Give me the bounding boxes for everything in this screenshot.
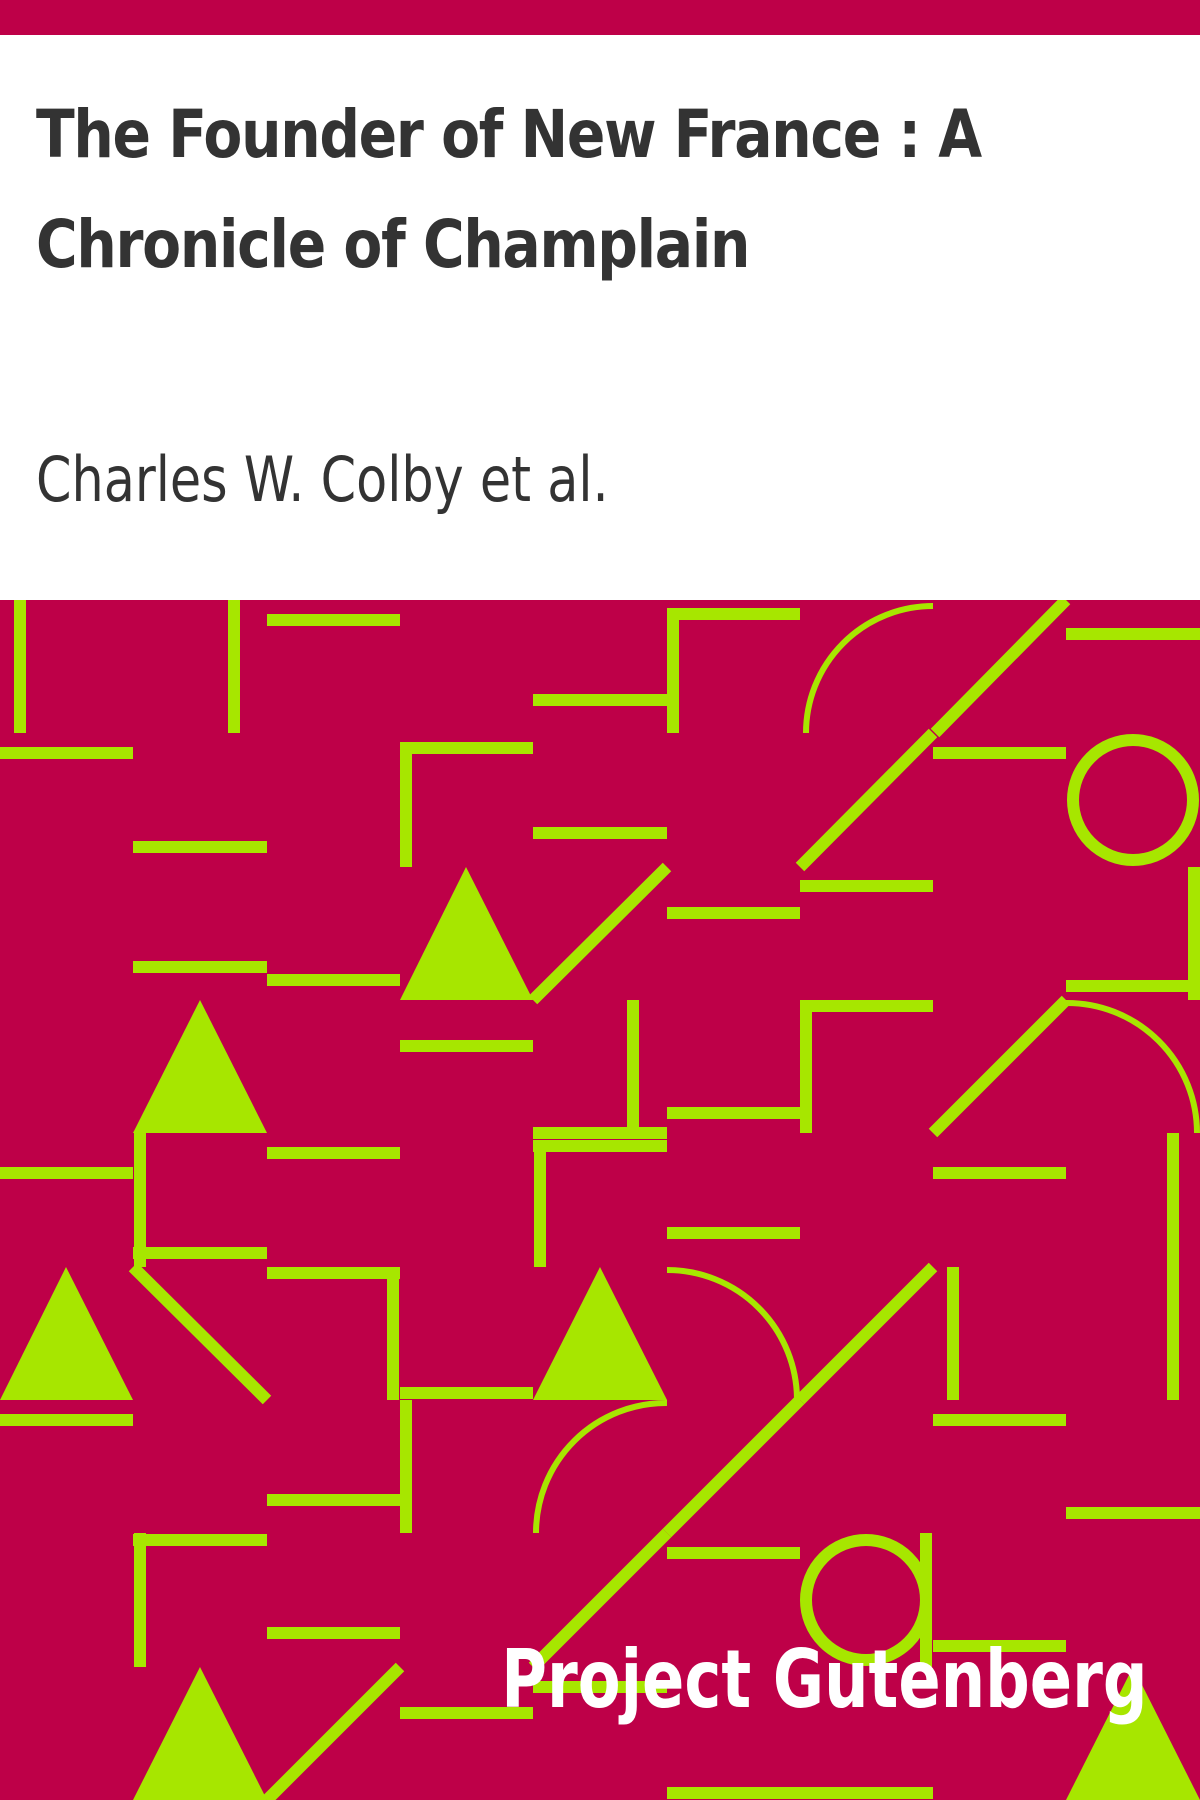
book-title: The Founder of New France : A Chronicle …: [36, 96, 982, 283]
cover-pattern: [0, 600, 1200, 1800]
top-accent-bar: [0, 0, 1200, 35]
publisher-logo-text: Project Gutenberg: [501, 1633, 1148, 1726]
book-author: Charles W. Colby et al.: [36, 443, 609, 516]
book-cover: The Founder of New France : A Chronicle …: [0, 0, 1200, 1800]
pattern-background: [0, 600, 1200, 1800]
